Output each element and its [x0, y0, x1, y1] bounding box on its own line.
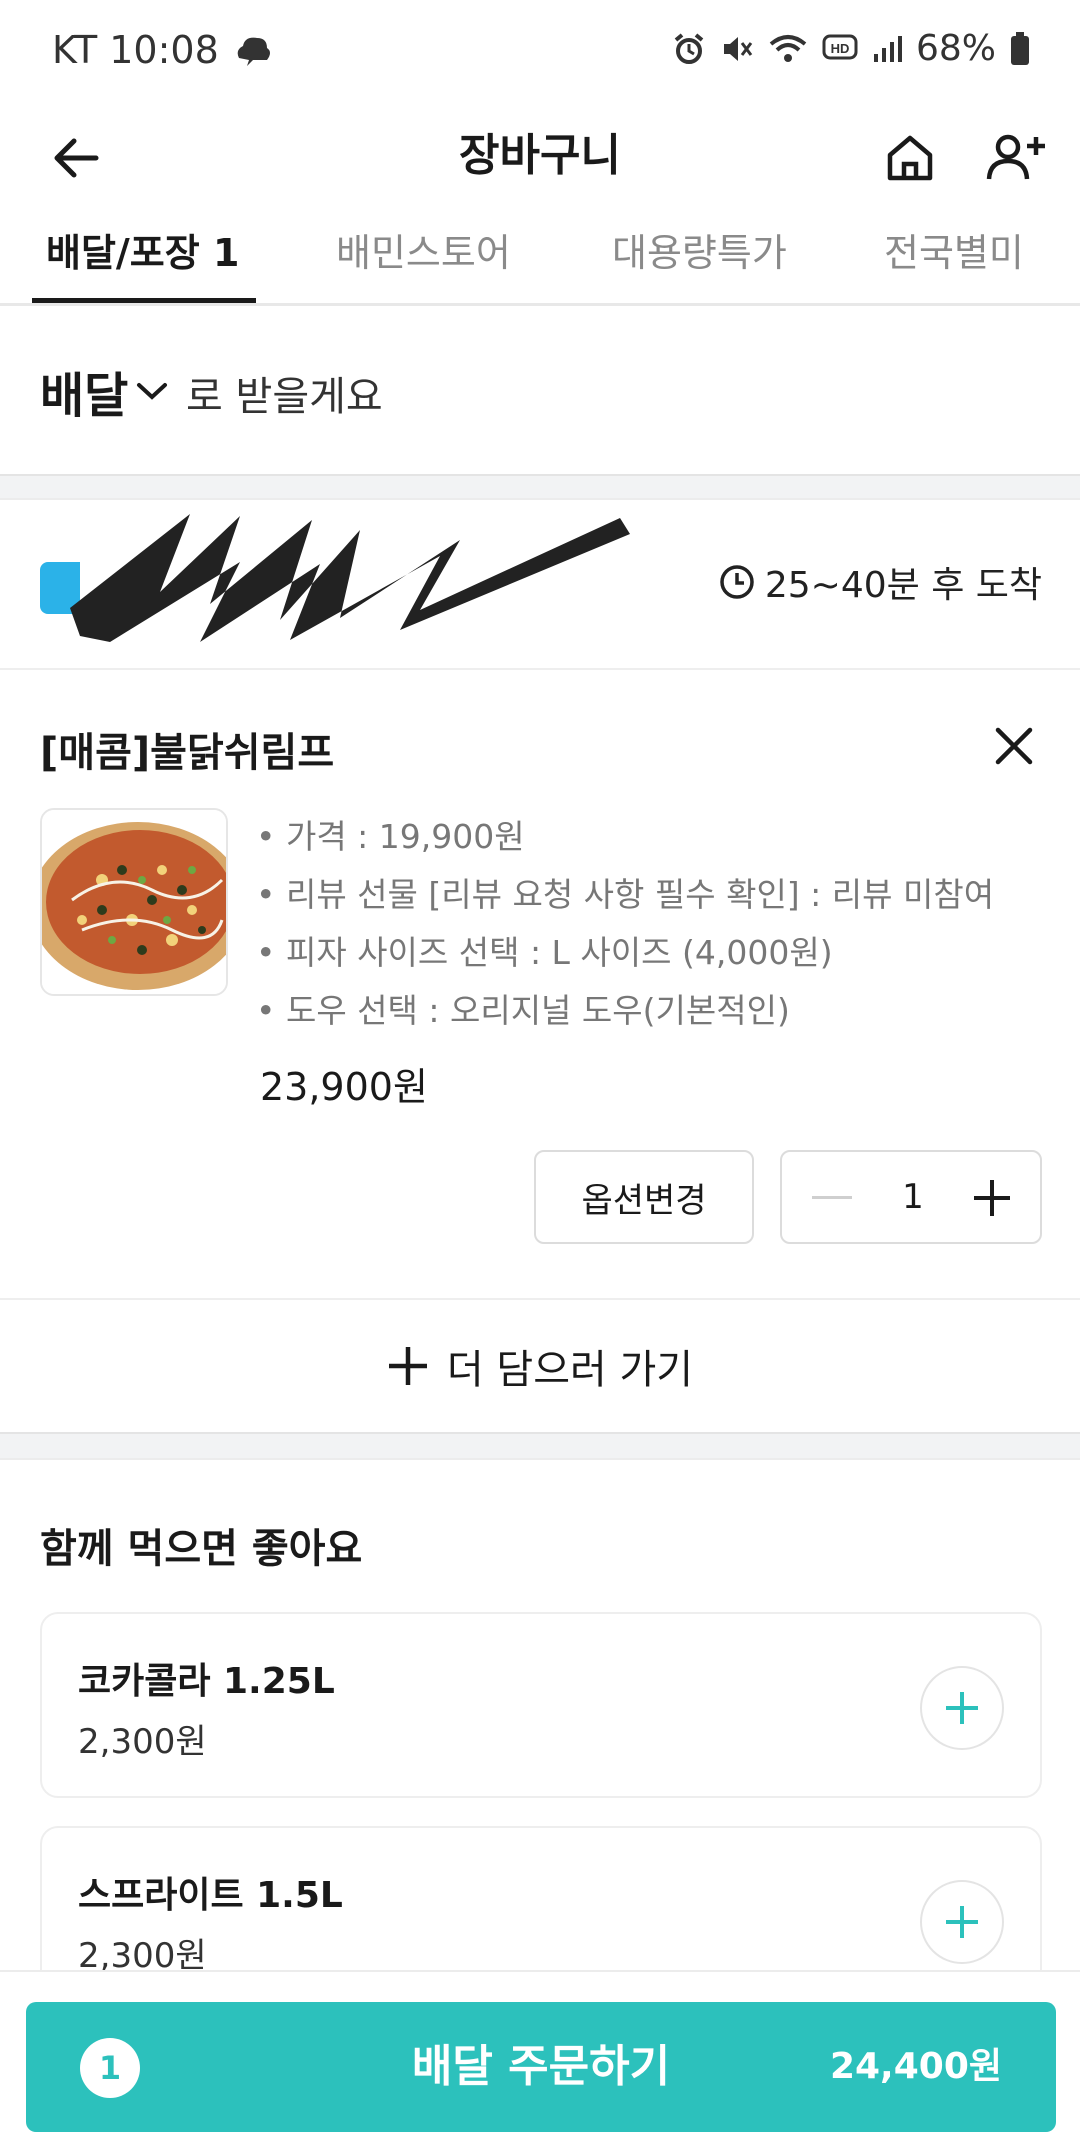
- add-more-label: 더 담으러 가기: [446, 1347, 694, 1393]
- delivery-mode-suffix: 로 받을게요: [186, 374, 383, 420]
- tab-delivery-pickup[interactable]: 배달/포장 1: [46, 218, 239, 306]
- add-recommend-button[interactable]: [920, 1880, 1004, 1964]
- add-user-button[interactable]: [974, 118, 1058, 198]
- add-recommend-button[interactable]: [920, 1666, 1004, 1750]
- hd-icon: HD: [822, 34, 858, 64]
- recommend-item-name: 스프라이트 1.5L: [78, 1875, 343, 1916]
- delivery-mode-selector[interactable]: 배달: [40, 356, 170, 426]
- quantity-stepper: 1: [780, 1150, 1042, 1244]
- option-line: • 피자 사이즈 선택 : L 사이즈 (4,000원): [256, 933, 833, 972]
- plus-icon: [946, 1692, 978, 1724]
- chevron-down-icon: [137, 383, 168, 400]
- battery-percent: 68%: [915, 28, 996, 69]
- option-line: • 가격 : 19,900원: [256, 817, 525, 856]
- redacted-store-name: [70, 514, 630, 642]
- tab-baemin-store[interactable]: 배민스토어: [336, 218, 511, 306]
- alarm-icon: [672, 32, 706, 66]
- close-icon: [995, 727, 1033, 765]
- battery-icon: [1010, 31, 1030, 66]
- signal-icon: [872, 34, 902, 64]
- minus-icon: [812, 1196, 852, 1199]
- recommend-item-price: 2,300원: [78, 1722, 207, 1762]
- status-bar: KT 10:08 HD 68%: [0, 0, 1080, 100]
- option-change-button[interactable]: 옵션변경: [534, 1150, 754, 1244]
- home-icon: [887, 135, 933, 181]
- delivery-mode-row: 배달 로 받을게요: [0, 306, 1080, 474]
- remove-item-button[interactable]: [982, 714, 1046, 778]
- recommend-item-name: 코카콜라 1.25L: [78, 1661, 335, 1702]
- quantity-value: 1: [902, 1177, 924, 1217]
- mute-icon: [720, 32, 754, 66]
- cart-item-name: [매콤]불닭쉬림프: [40, 730, 335, 776]
- plus-icon: [946, 1906, 978, 1938]
- add-user-icon: [986, 134, 1045, 180]
- tab-regional-delicacy[interactable]: 전국별미: [884, 218, 1024, 306]
- active-tab-indicator: [32, 298, 256, 303]
- cart-item-price: 23,900원: [260, 1065, 428, 1109]
- option-line: • 리뷰 선물 [리뷰 요청 사항 필수 확인] : 리뷰 미참여: [256, 875, 995, 914]
- tab-bulk-special[interactable]: 대용량특가: [612, 218, 787, 306]
- app-header: 장바구니: [0, 100, 1080, 218]
- store-row[interactable]: 25~40분 후 도착: [0, 500, 1080, 670]
- bottom-order-bar: 1 배달 주문하기 24,400원: [0, 1970, 1080, 2154]
- category-tabs: 배달/포장 1 배민스토어 대용량특가 전국별미: [0, 218, 1080, 306]
- increase-quantity-button[interactable]: [962, 1168, 1022, 1228]
- option-line: • 도우 선택 : 오리지널 도우(기본적인): [256, 991, 790, 1030]
- plus-icon: [974, 1180, 1010, 1216]
- add-more-button[interactable]: 더 담으러 가기: [0, 1300, 1080, 1432]
- weather-icon: [233, 32, 273, 68]
- recommend-item: 코카콜라 1.25L 2,300원: [40, 1612, 1042, 1798]
- wifi-icon: [768, 32, 808, 66]
- eta: 25~40분 후 도착: [719, 556, 1042, 608]
- plus-icon: [388, 1347, 427, 1385]
- decrease-quantity-button[interactable]: [802, 1168, 862, 1228]
- section-divider: [0, 1432, 1080, 1460]
- status-time: KT 10:08: [52, 28, 219, 72]
- recommend-title: 함께 먹으면 좋아요: [40, 1526, 363, 1572]
- home-button[interactable]: [868, 118, 952, 198]
- clock-icon: [720, 565, 754, 599]
- cart-item: [매콤]불닭쉬림프 • 가격 : 19,900원 • 리뷰 선물 [리뷰 요청 …: [0, 670, 1080, 1300]
- eta-text: 25~40분 후 도착: [764, 565, 1042, 606]
- delivery-mode-label: 배달: [40, 368, 129, 424]
- cart-item-options: • 가격 : 19,900원 • 리뷰 선물 [리뷰 요청 사항 필수 확인] …: [256, 808, 1046, 1040]
- svg-text:HD: HD: [831, 41, 850, 56]
- section-divider: [0, 474, 1080, 500]
- order-button[interactable]: 1 배달 주문하기 24,400원: [26, 2002, 1056, 2132]
- order-total: 24,400원: [829, 2046, 1002, 2087]
- pizza-image: [40, 808, 228, 996]
